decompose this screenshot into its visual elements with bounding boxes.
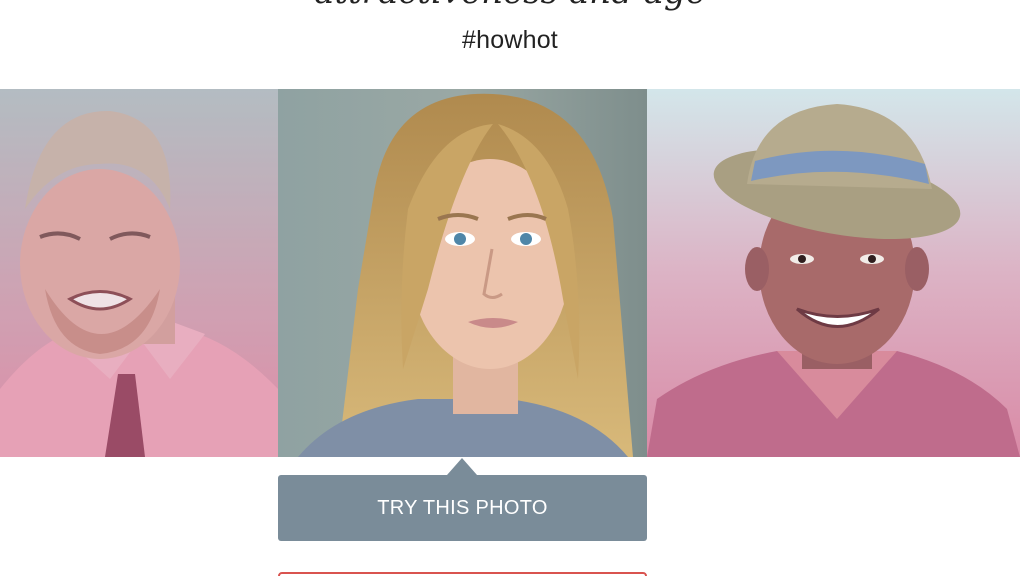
sample-photo-left[interactable]	[0, 89, 278, 457]
woman-blonde-portrait-photo	[278, 89, 647, 457]
man-smiling-hat-photo	[647, 89, 1020, 457]
page-headline: attractiveness and age	[0, 0, 1020, 14]
try-this-photo-button[interactable]: TRY THIS PHOTO	[278, 475, 647, 541]
photo-strip	[0, 89, 1020, 457]
sample-photo-right[interactable]	[647, 89, 1020, 457]
page: attractiveness and age #howhot	[0, 0, 1020, 576]
man-grimacing-photo	[0, 89, 278, 457]
hashtag-label: #howhot	[462, 26, 558, 54]
button-pointer-caret	[447, 458, 477, 475]
upload-photo-button[interactable]	[278, 572, 647, 576]
sample-photo-center[interactable]	[278, 89, 647, 457]
